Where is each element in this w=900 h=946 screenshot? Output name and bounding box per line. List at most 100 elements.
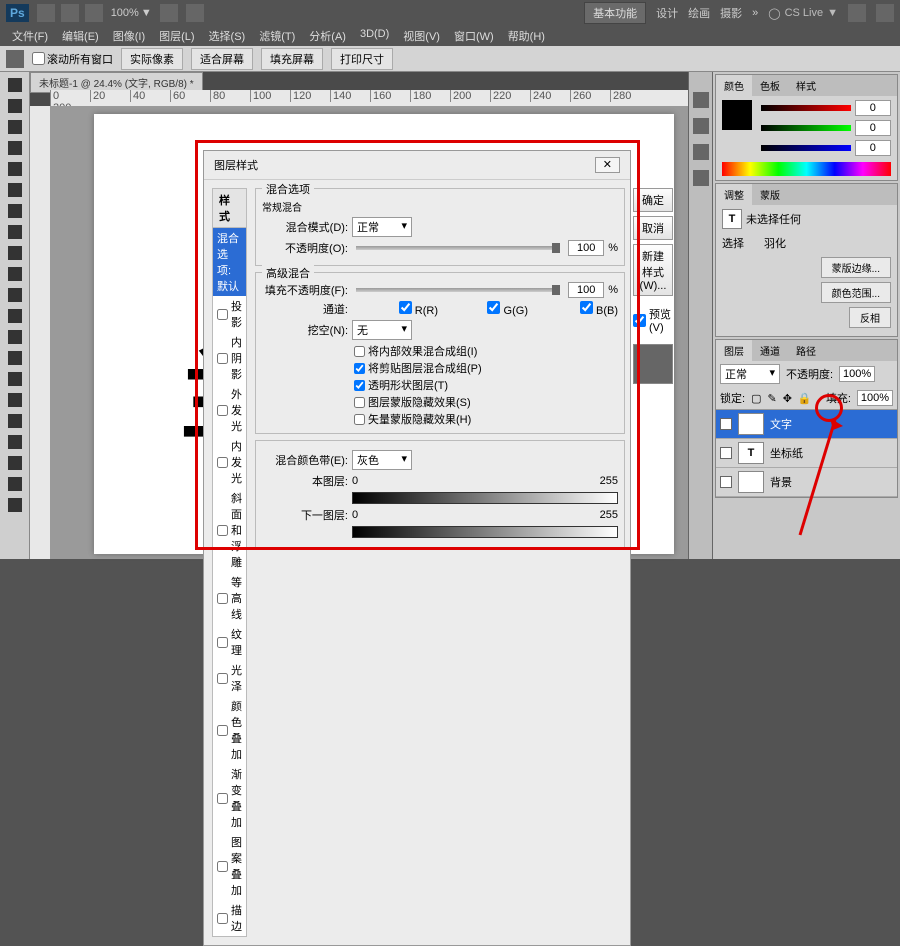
history-brush-tool[interactable]	[1, 264, 29, 284]
preview-checkbox[interactable]: 预览(V)	[633, 306, 673, 334]
menu-视图[interactable]: 视图(V)	[397, 26, 446, 46]
window-max-icon[interactable]	[876, 4, 894, 22]
mask-edge-button[interactable]: 蒙版边缘...	[821, 257, 891, 278]
visibility-toggle[interactable]	[720, 476, 732, 488]
visibility-toggle[interactable]	[720, 447, 732, 459]
wand-tool[interactable]	[1, 138, 29, 158]
adv-check-3[interactable]: 图层蒙版隐藏效果(S)	[354, 394, 618, 410]
marquee-tool[interactable]	[1, 96, 29, 116]
under-layer-gradient[interactable]	[352, 526, 618, 538]
knockout-select[interactable]: 无▾	[352, 320, 412, 340]
tab-adjustments[interactable]: 调整	[716, 184, 752, 205]
menu-3D[interactable]: 3D(D)	[354, 26, 395, 46]
eraser-tool[interactable]	[1, 285, 29, 305]
adv-check-2[interactable]: 透明形状图层(T)	[354, 377, 618, 393]
menu-分析[interactable]: 分析(A)	[303, 26, 352, 46]
fill-opacity-slider[interactable]	[356, 288, 560, 292]
style-item-4[interactable]: 内发光	[213, 436, 246, 488]
channel-b-checkbox[interactable]: B(B)	[532, 301, 618, 317]
tab-channels[interactable]: 通道	[752, 340, 788, 361]
lock-pixels-icon[interactable]: ✎	[767, 392, 776, 405]
style-item-0[interactable]: 混合选项:默认	[213, 228, 246, 296]
channel-r-checkbox[interactable]: R(R)	[352, 301, 438, 317]
path-select-tool[interactable]	[1, 411, 29, 431]
brush-tool[interactable]	[1, 222, 29, 242]
fill-opacity-value[interactable]: 100	[568, 282, 604, 298]
style-item-12[interactable]: 描边	[213, 900, 246, 936]
blur-tool[interactable]	[1, 327, 29, 347]
pen-tool[interactable]	[1, 369, 29, 389]
gradient-tool[interactable]	[1, 306, 29, 326]
b-slider[interactable]	[761, 145, 851, 151]
color-swap-tool[interactable]	[1, 495, 29, 515]
channel-g-checkbox[interactable]: G(G)	[442, 301, 528, 317]
opacity-value[interactable]: 100	[568, 240, 604, 256]
dialog-close-button[interactable]: ✕	[595, 157, 620, 173]
layer-opacity-value[interactable]: 100%	[839, 366, 875, 382]
tool-preset-icon[interactable]	[6, 50, 24, 68]
menu-编辑[interactable]: 编辑(E)	[56, 26, 105, 46]
healing-tool[interactable]	[1, 201, 29, 221]
eyedropper-tool[interactable]	[1, 180, 29, 200]
actual-pixels-button[interactable]: 实际像素	[121, 48, 183, 70]
style-item-1[interactable]: 投影	[213, 296, 246, 332]
layer-row-0[interactable]: T文字	[716, 410, 897, 439]
style-item-3[interactable]: 外发光	[213, 384, 246, 436]
minibridge-icon[interactable]	[61, 4, 79, 22]
style-item-10[interactable]: 渐变叠加	[213, 764, 246, 832]
hand-tool[interactable]	[1, 453, 29, 473]
zoom-dropdown[interactable]: 100% ▼	[111, 7, 152, 19]
layer-row-2[interactable]: 背景	[716, 468, 897, 497]
blend-mode-select[interactable]: 正常▾	[352, 217, 412, 237]
menu-选择[interactable]: 选择(S)	[203, 26, 252, 46]
lock-transparent-icon[interactable]: ▢	[751, 392, 761, 405]
tab-masks[interactable]: 蒙版	[752, 184, 788, 205]
adv-check-0[interactable]: 将内部效果混合成组(I)	[354, 343, 618, 359]
stamp-tool[interactable]	[1, 243, 29, 263]
ok-button[interactable]: 确定	[633, 188, 673, 212]
character-panel-icon[interactable]	[693, 118, 709, 134]
arrange-icon[interactable]	[160, 4, 178, 22]
crop-tool[interactable]	[1, 159, 29, 179]
opacity-slider[interactable]	[356, 246, 560, 250]
tab-color[interactable]: 颜色	[716, 75, 752, 96]
type-tool[interactable]	[1, 390, 29, 410]
adv-check-4[interactable]: 矢量蒙版隐藏效果(H)	[354, 411, 618, 427]
scroll-all-checkbox[interactable]: 滚动所有窗口	[32, 51, 113, 67]
style-item-7[interactable]: 纹理	[213, 624, 246, 660]
screen-mode-icon[interactable]	[186, 4, 204, 22]
blendif-select[interactable]: 灰色▾	[352, 450, 412, 470]
new-style-button[interactable]: 新建样式(W)...	[633, 244, 673, 296]
window-min-icon[interactable]	[848, 4, 866, 22]
fill-screen-button[interactable]: 填充屏幕	[261, 48, 323, 70]
menu-图层[interactable]: 图层(L)	[153, 26, 200, 46]
tab-layers[interactable]: 图层	[716, 340, 752, 361]
r-value[interactable]: 0	[855, 100, 891, 116]
menu-文件[interactable]: 文件(F)	[6, 26, 54, 46]
lock-position-icon[interactable]: ✥	[783, 392, 792, 405]
menu-滤镜[interactable]: 滤镜(T)	[253, 26, 301, 46]
style-item-8[interactable]: 光泽	[213, 660, 246, 696]
visibility-toggle[interactable]	[720, 418, 732, 430]
style-item-9[interactable]: 颜色叠加	[213, 696, 246, 764]
menu-帮助[interactable]: 帮助(H)	[502, 26, 551, 46]
paragraph-panel-icon[interactable]	[693, 144, 709, 160]
ws-link-photo[interactable]: 摄影	[720, 5, 742, 21]
style-item-5[interactable]: 斜面和浮雕	[213, 488, 246, 572]
fit-screen-button[interactable]: 适合屏幕	[191, 48, 253, 70]
b-value[interactable]: 0	[855, 140, 891, 156]
rectangle-tool[interactable]	[1, 432, 29, 452]
other-panel-icon[interactable]	[693, 170, 709, 186]
style-item-2[interactable]: 内阴影	[213, 332, 246, 384]
tab-paths[interactable]: 路径	[788, 340, 824, 361]
view-extras-icon[interactable]	[85, 4, 103, 22]
style-item-11[interactable]: 图案叠加	[213, 832, 246, 900]
layer-blendmode-select[interactable]: 正常▾	[720, 364, 780, 384]
print-size-button[interactable]: 打印尺寸	[331, 48, 393, 70]
foreground-color-swatch[interactable]	[722, 100, 752, 130]
g-slider[interactable]	[761, 125, 851, 131]
lock-all-icon[interactable]: 🔒	[798, 392, 812, 405]
dodge-tool[interactable]	[1, 348, 29, 368]
cancel-button[interactable]: 取消	[633, 216, 673, 240]
tab-styles[interactable]: 样式	[788, 75, 824, 96]
